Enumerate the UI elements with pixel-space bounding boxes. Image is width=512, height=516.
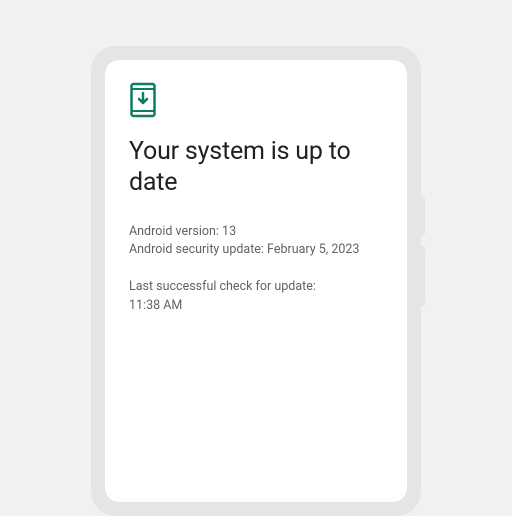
last-check-block: Last successful check for update: 11:38 …: [129, 278, 383, 316]
version-info-block: Android version: 13 Android security upd…: [129, 223, 383, 261]
last-check-label: Last successful check for update:: [129, 278, 383, 297]
security-update-label: Android security update:: [129, 242, 264, 257]
android-version-label: Android version:: [129, 224, 219, 239]
security-update-line: Android security update: February 5, 202…: [129, 241, 383, 260]
android-version-value: 13: [222, 224, 236, 239]
last-check-value: 11:38 AM: [129, 297, 383, 316]
phone-side-button: [421, 196, 425, 236]
system-update-screen: Your system is up to date Android versio…: [105, 60, 407, 502]
system-update-icon: [129, 82, 157, 118]
phone-side-button: [421, 246, 425, 306]
page-title: Your system is up to date: [129, 136, 383, 199]
security-update-value: February 5, 2023: [267, 242, 359, 257]
phone-frame: Your system is up to date Android versio…: [91, 46, 421, 516]
android-version-line: Android version: 13: [129, 223, 383, 242]
